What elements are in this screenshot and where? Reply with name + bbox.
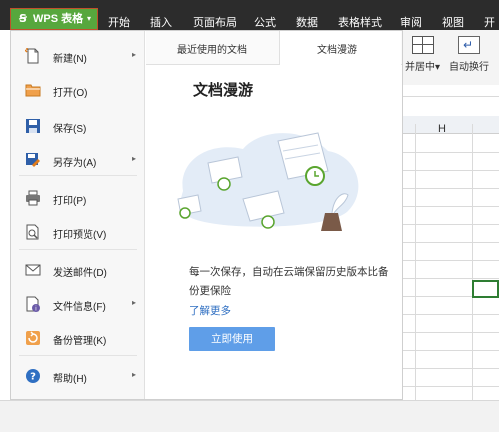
menu-item-save-as[interactable]: 另存为(A) ▸ — [11, 145, 144, 175]
menu-item-new[interactable]: 新建(N) ▸ — [11, 41, 144, 71]
menu-item-print-preview[interactable]: 打印预览(V) — [11, 217, 144, 247]
status-bar — [0, 400, 499, 432]
gridline — [403, 260, 499, 261]
tab-insert[interactable]: 插入 — [150, 14, 172, 30]
wps-app-menu-button[interactable]: Ꞩ WPS 表格 ▾ — [10, 8, 98, 30]
save-as-icon — [26, 153, 40, 167]
use-now-button[interactable]: 立即使用 — [189, 327, 275, 351]
tab-page-layout[interactable]: 页面布局 — [193, 14, 237, 30]
print-icon — [26, 190, 40, 206]
menu-item-label: 备份管理(K) — [53, 336, 107, 347]
column-header-h[interactable]: H — [438, 123, 446, 135]
wrap-text-icon — [458, 36, 480, 54]
menu-item-save[interactable]: 保存(S) — [11, 111, 144, 141]
menu-item-label: 发送邮件(D) — [53, 268, 107, 279]
menu-item-label: 另存为(A) — [53, 158, 97, 169]
svg-text:?: ? — [30, 372, 36, 383]
menu-divider — [19, 249, 137, 250]
submenu-arrow-icon: ▸ — [131, 154, 136, 163]
wrap-text-label: 自动换行 — [449, 62, 489, 73]
menu-item-label: 文件信息(F) — [53, 302, 106, 313]
menu-item-help[interactable]: ? 帮助(H) ▸ — [11, 361, 144, 391]
gridline — [472, 124, 473, 404]
submenu-arrow-icon: ▸ — [131, 298, 136, 307]
save-icon — [26, 119, 40, 133]
menu-item-file-info[interactable]: i 文件信息(F) ▸ — [11, 289, 144, 319]
gridline — [403, 170, 499, 171]
backup-icon — [26, 331, 40, 345]
gridline — [403, 188, 499, 189]
merge-cells-icon — [411, 36, 434, 54]
menu-item-label: 打印预览(V) — [53, 230, 107, 241]
print-preview-icon — [26, 224, 39, 240]
gridline — [403, 368, 499, 369]
ribbon-divider — [403, 96, 499, 97]
gridline — [403, 386, 499, 387]
menu-divider — [19, 175, 137, 176]
mail-icon — [25, 264, 41, 276]
app-button-label: WPS 表格 — [33, 13, 84, 25]
gridline — [403, 206, 499, 207]
tab-formulas[interactable]: 公式 — [254, 14, 276, 30]
tab-table-style[interactable]: 表格样式 — [338, 14, 382, 30]
menu-divider — [19, 355, 137, 356]
gridline — [403, 350, 499, 351]
tab-doc-roaming[interactable]: 文档漫游 — [317, 41, 357, 56]
column-header-row — [403, 116, 499, 134]
help-icon: ? — [26, 369, 40, 383]
panel-title: 文档漫游 — [193, 82, 254, 99]
tab-recent-docs[interactable]: 最近使用的文档 — [177, 41, 247, 56]
gridline — [403, 278, 499, 279]
ribbon-toolbar: 并居中▾ 自动换行 — [403, 30, 499, 85]
menu-item-label: 打印(P) — [53, 196, 87, 207]
new-doc-icon — [25, 48, 39, 64]
menu-item-open[interactable]: 打开(O) — [11, 75, 144, 105]
open-folder-icon — [25, 84, 41, 97]
file-menu-panel: 新建(N) ▸ 打开(O) 保存(S) 另存为(A) ▸ 打印(P) 打印预览(… — [10, 30, 404, 431]
panel-description: 每一次保存，自动在云端保留历史版本比备份更保险 — [189, 266, 389, 297]
menu-item-label: 打开(O) — [53, 88, 88, 99]
menu-item-print[interactable]: 打印(P) — [11, 183, 144, 213]
menu-item-label: 新建(N) — [53, 54, 87, 65]
file-info-icon: i — [26, 296, 40, 312]
gridline — [403, 314, 499, 315]
wps-logo-icon: Ꞩ — [19, 13, 27, 25]
merge-center-button[interactable]: 并居中▾ — [405, 36, 440, 73]
menu-item-label: 帮助(H) — [53, 374, 87, 385]
tab-dev[interactable]: 开 — [484, 14, 495, 30]
tab-view[interactable]: 视图 — [442, 14, 464, 30]
menu-item-label: 保存(S) — [53, 124, 87, 135]
learn-more-link[interactable]: 了解更多 — [189, 303, 231, 318]
merge-center-label: 并居中 — [405, 62, 435, 73]
merge-center-dropdown-arrow[interactable]: ▾ — [435, 62, 440, 73]
gridline — [403, 152, 499, 153]
menu-item-send-mail[interactable]: 发送邮件(D) — [11, 255, 144, 285]
gridline — [403, 242, 499, 243]
submenu-arrow-icon: ▸ — [131, 370, 136, 379]
selected-cell[interactable] — [472, 280, 499, 298]
tab-data[interactable]: 数据 — [296, 14, 318, 30]
tab-review[interactable]: 审阅 — [400, 14, 422, 30]
ribbon-tab-bar: Ꞩ WPS 表格 ▾ 开始 插入 页面布局 公式 数据 表格样式 审阅 视图 开 — [0, 0, 499, 30]
doc-roaming-illustration — [177, 132, 359, 231]
gridline — [403, 224, 499, 225]
file-menu-list: 新建(N) ▸ 打开(O) 保存(S) 另存为(A) ▸ 打印(P) 打印预览(… — [11, 31, 145, 399]
wrap-text-button[interactable]: 自动换行 — [449, 36, 489, 73]
submenu-arrow-icon: ▸ — [131, 50, 136, 59]
gridline — [403, 332, 499, 333]
menu-item-backup[interactable]: 备份管理(K) — [11, 323, 144, 353]
tab-start[interactable]: 开始 — [108, 14, 130, 30]
gridline — [415, 124, 416, 404]
chevron-down-icon[interactable]: ▾ — [83, 9, 95, 29]
